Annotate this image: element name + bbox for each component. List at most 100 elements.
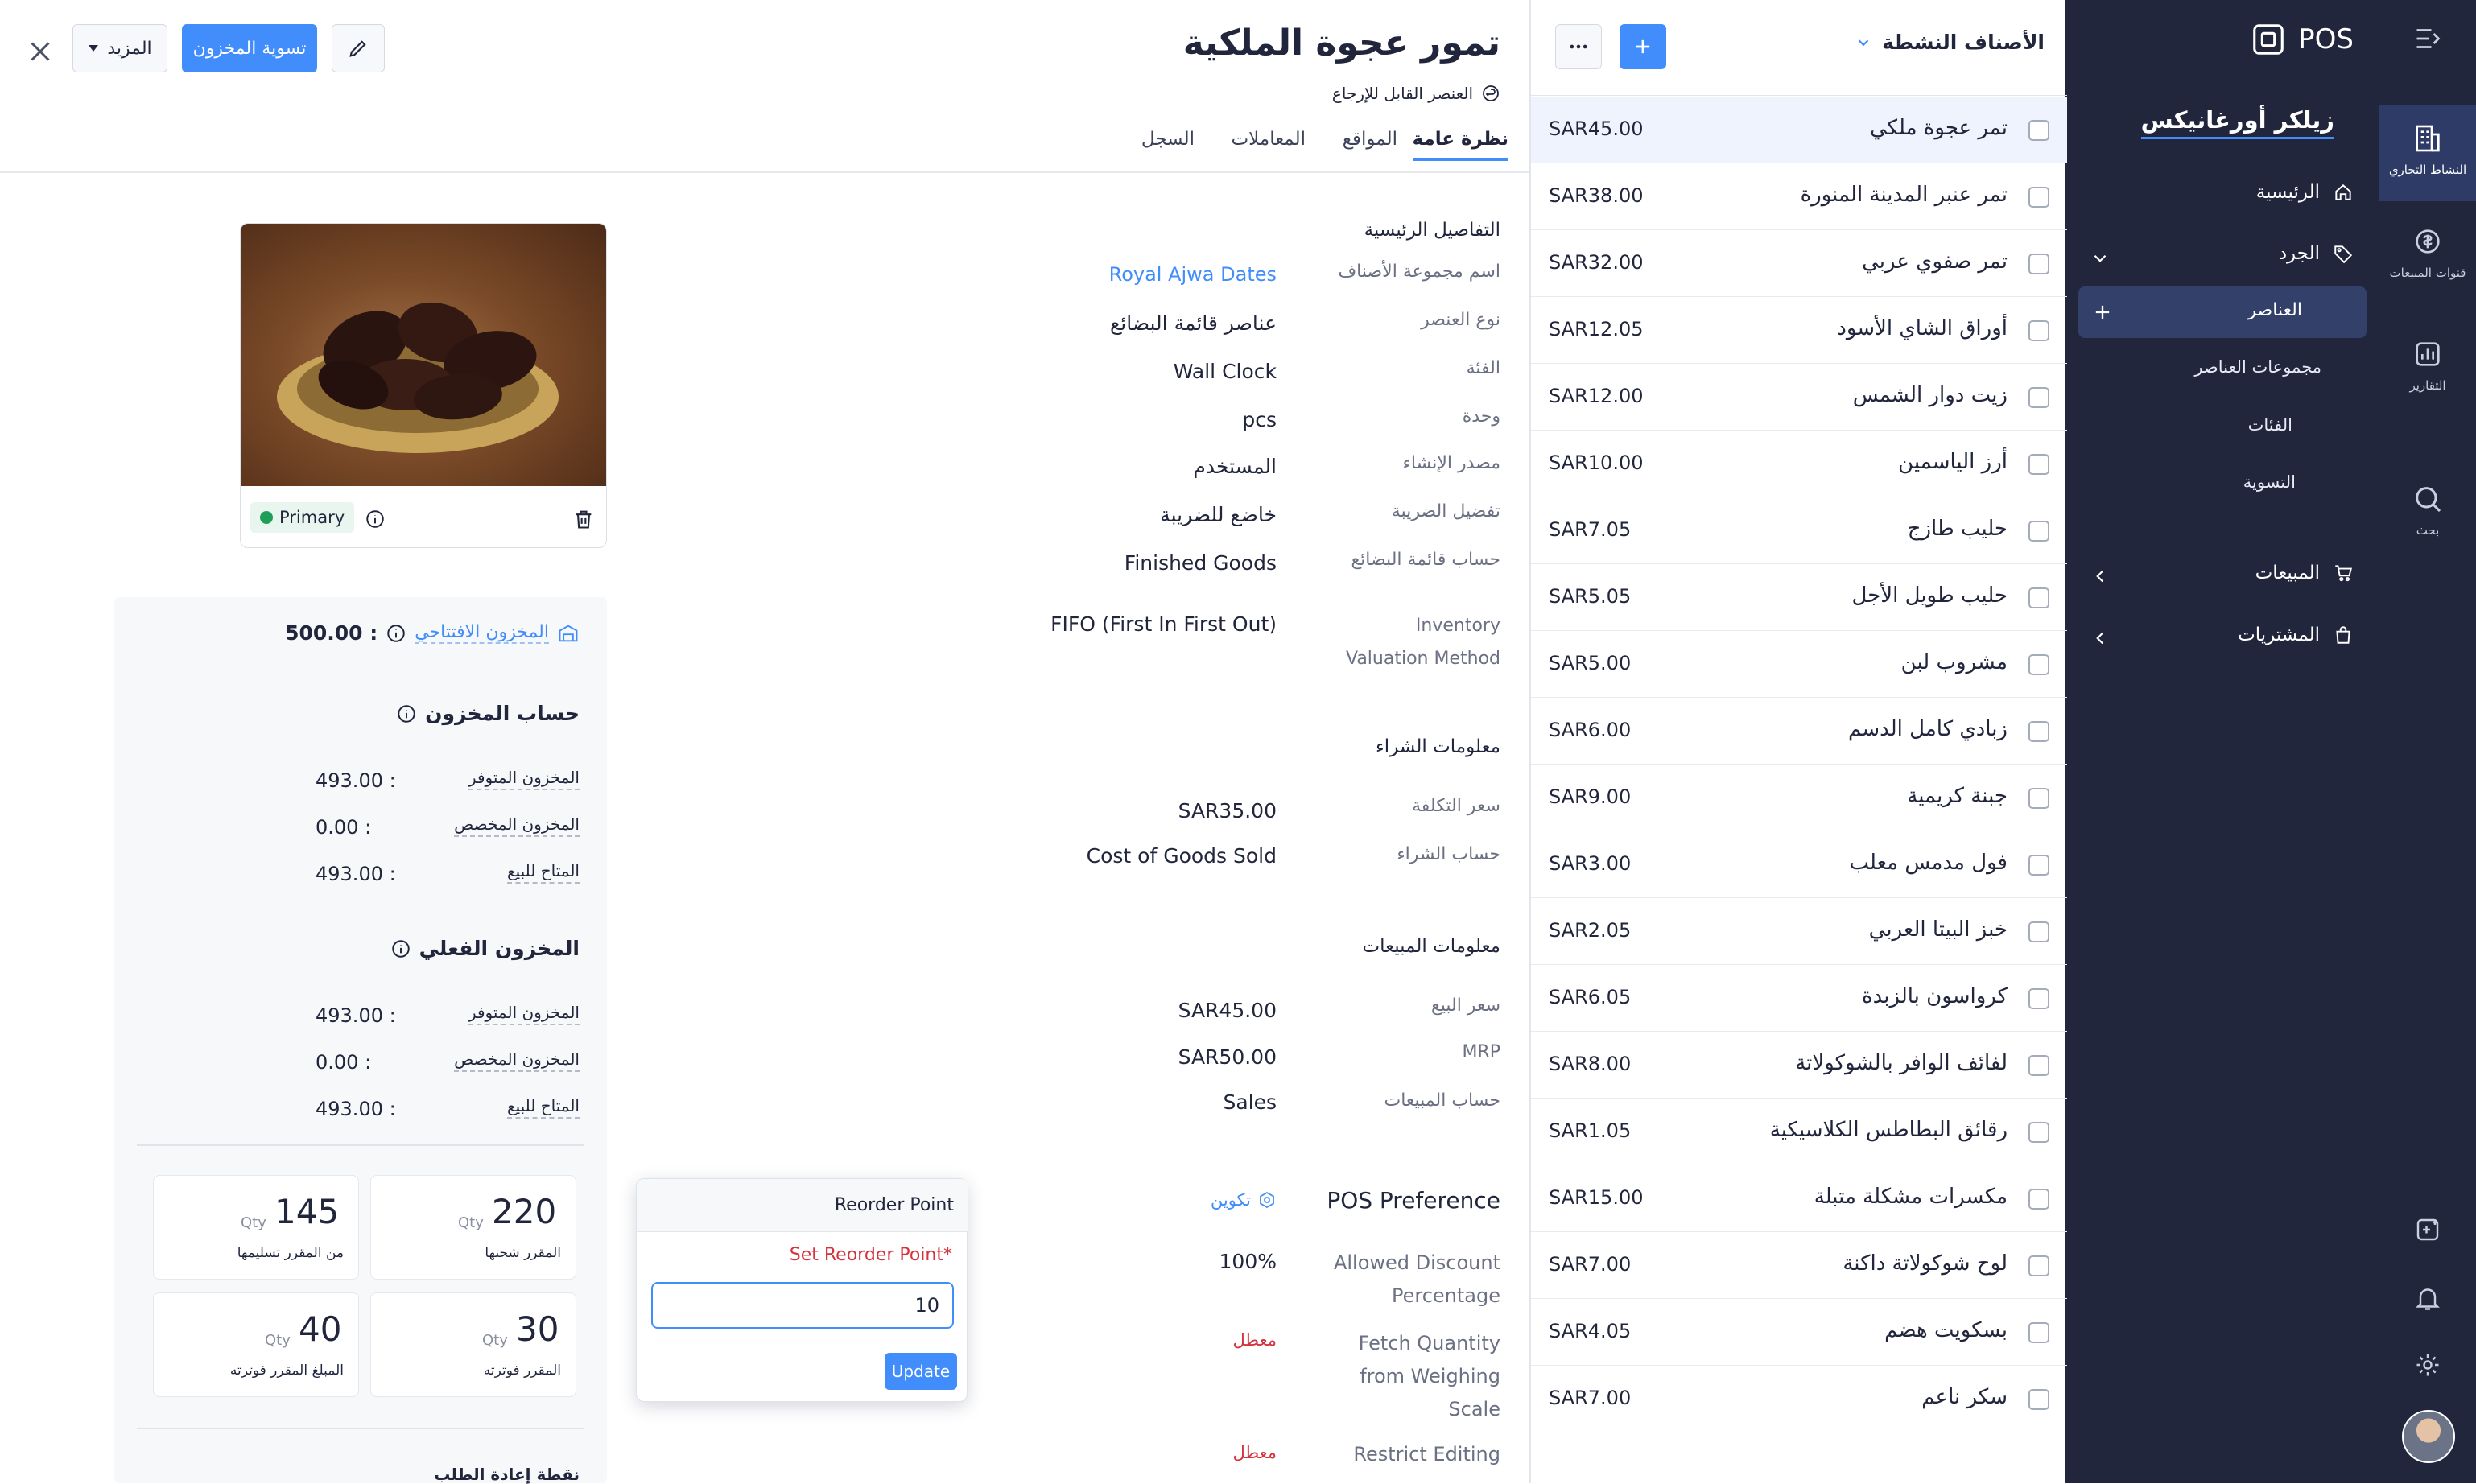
list-item[interactable]: مشروب لبن SAR5.00 xyxy=(1531,631,2067,698)
nav-categories[interactable]: الفئات xyxy=(2248,415,2292,435)
opening-stock-label[interactable]: المخزون الافتتاحي xyxy=(415,622,549,644)
card-qty-unit: Qty xyxy=(241,1214,266,1231)
row-checkbox[interactable] xyxy=(2028,1255,2049,1276)
list-item[interactable]: لوح شوكولاتة داكنة SAR7.00 xyxy=(1531,1232,2067,1299)
list-item[interactable]: زبادي كامل الدسم SAR6.00 xyxy=(1531,698,2067,765)
stock-label[interactable]: المخزون المتوفر xyxy=(468,1003,580,1025)
list-item[interactable]: كرواسون بالزبدة SAR6.05 xyxy=(1531,965,2067,1032)
list-item[interactable]: أوراق الشاي الأسود SAR12.05 xyxy=(1531,297,2067,364)
info-icon[interactable] xyxy=(365,509,386,530)
row-checkbox[interactable] xyxy=(2028,788,2049,809)
add-item-button[interactable] xyxy=(1620,24,1666,69)
row-checkbox[interactable] xyxy=(2028,120,2049,141)
restrict-editing-label: Restrict Editing xyxy=(1353,1443,1500,1465)
list-item[interactable]: مكسرات مشكلة متبلة SAR15.00 xyxy=(1531,1165,2067,1232)
stock-label[interactable]: المتاح للبيع xyxy=(506,1096,580,1119)
nav-item-groups[interactable]: مجموعات العناصر xyxy=(2194,357,2321,377)
rail-item-business[interactable]: النشاط التجاري xyxy=(2379,105,2476,201)
fetch-label-line2: from Weighing xyxy=(1360,1365,1500,1387)
chevron-left-icon[interactable] xyxy=(2090,566,2111,587)
list-filter-dropdown[interactable]: الأصناف النشطة xyxy=(1855,31,2045,54)
list-item[interactable]: حليب طازج SAR7.05 xyxy=(1531,497,2067,564)
rail-item-reports[interactable]: التقارير xyxy=(2379,338,2476,427)
chevron-left-icon[interactable] xyxy=(2090,628,2111,649)
adjust-stock-button[interactable]: تسوية المخزون xyxy=(182,24,317,72)
nav-home[interactable]: الرئيسية xyxy=(2256,182,2354,203)
notification-bell-icon[interactable] xyxy=(2379,1284,2476,1324)
list-item[interactable]: زيت دوار الشمس SAR12.00 xyxy=(1531,364,2067,431)
org-name[interactable]: زيلكر أورغانيكس xyxy=(2140,106,2334,139)
rail-item-search[interactable]: بحث xyxy=(2379,483,2476,571)
row-checkbox[interactable] xyxy=(2028,587,2049,608)
stock-label[interactable]: المخزون المخصص xyxy=(454,1049,580,1072)
list-item[interactable]: أرز الياسمين SAR10.00 xyxy=(1531,431,2067,497)
reorder-point-input[interactable] xyxy=(651,1282,954,1329)
valuation-value: FIFO (First In First Out) xyxy=(1050,612,1277,636)
edit-button[interactable] xyxy=(332,24,385,72)
rail-item-sales-channels[interactable]: قنوات المبيعات xyxy=(2379,225,2476,314)
info-icon[interactable] xyxy=(396,703,417,724)
info-icon[interactable] xyxy=(386,623,406,644)
pencil-icon xyxy=(349,40,366,57)
row-checkbox[interactable] xyxy=(2028,855,2049,876)
list-item[interactable]: رقائق البطاطس الكلاسيكية SAR1.05 xyxy=(1531,1099,2067,1165)
update-button[interactable]: Update xyxy=(885,1353,957,1390)
card-caption: المقرر فوترته xyxy=(483,1362,561,1379)
row-checkbox[interactable] xyxy=(2028,320,2049,341)
nav-items-active[interactable]: العناصر xyxy=(2078,286,2367,338)
nav-sales[interactable]: المبيعات xyxy=(2255,563,2354,583)
row-checkbox[interactable] xyxy=(2028,721,2049,742)
list-item[interactable]: حليب طويل الأجل SAR5.05 xyxy=(1531,564,2067,631)
row-checkbox[interactable] xyxy=(2028,521,2049,542)
list-item[interactable]: تمر عجوة ملكي SAR45.00 xyxy=(1531,97,2067,163)
row-checkbox[interactable] xyxy=(2028,988,2049,1009)
configure-link[interactable]: تكوين xyxy=(1211,1190,1277,1210)
info-icon[interactable] xyxy=(390,938,411,959)
list-item[interactable]: لفائف الوافر بالشوكولاتة SAR8.00 xyxy=(1531,1032,2067,1099)
plus-icon[interactable] xyxy=(2091,301,2114,324)
row-checkbox[interactable] xyxy=(2028,187,2049,208)
add-note-icon[interactable] xyxy=(2379,1215,2476,1255)
row-checkbox[interactable] xyxy=(2028,654,2049,675)
list-item[interactable]: تمر عنبر المدينة المنورة SAR38.00 xyxy=(1531,163,2067,230)
field-value[interactable]: Royal Ajwa Dates xyxy=(1109,263,1277,286)
list-item[interactable]: سكر ناعم SAR7.00 xyxy=(1531,1366,2067,1432)
row-checkbox[interactable] xyxy=(2028,1389,2049,1410)
row-checkbox[interactable] xyxy=(2028,1322,2049,1343)
list-item[interactable]: فول مدمس معلب SAR3.00 xyxy=(1531,831,2067,898)
row-checkbox[interactable] xyxy=(2028,1055,2049,1076)
returnable-indicator: العنصر القابل للإرجاع xyxy=(1332,84,1500,103)
nav-purchases[interactable]: المشتريات xyxy=(2238,625,2354,645)
list-item[interactable]: تمر صفوي عربي SAR32.00 xyxy=(1531,230,2067,297)
row-checkbox[interactable] xyxy=(2028,1189,2049,1210)
stock-label[interactable]: المخزون المخصص xyxy=(454,814,580,837)
row-checkbox[interactable] xyxy=(2028,387,2049,408)
stock-label[interactable]: المتاح للبيع xyxy=(506,861,580,884)
list-item[interactable]: جبنة كريمية SAR9.00 xyxy=(1531,765,2067,831)
card-to-be-received: 145 Qty من المقرر تسليمها xyxy=(153,1175,359,1280)
more-dropdown-button[interactable]: المزيد xyxy=(72,24,167,72)
list-item[interactable]: بسكويت هضم SAR4.05 xyxy=(1531,1299,2067,1366)
nav-inventory[interactable]: الجرد xyxy=(2279,243,2354,264)
trash-icon[interactable] xyxy=(572,507,595,531)
tab-transactions[interactable]: المعاملات xyxy=(1232,129,1306,150)
card-amount-to-be-invoiced: 40 Qty المبلغ المقرر فوترته xyxy=(153,1292,359,1397)
reorder-point-label[interactable]: نقطة إعادة الطلب xyxy=(434,1465,580,1484)
row-checkbox[interactable] xyxy=(2028,454,2049,475)
row-checkbox[interactable] xyxy=(2028,921,2049,942)
tab-history[interactable]: السجل xyxy=(1141,129,1195,150)
user-avatar[interactable] xyxy=(2402,1410,2455,1463)
returnable-label: العنصر القابل للإرجاع xyxy=(1331,84,1473,103)
more-options-button[interactable] xyxy=(1555,24,1602,69)
close-icon[interactable] xyxy=(26,37,55,66)
tab-locations[interactable]: المواقع xyxy=(1343,129,1397,150)
collapse-icon[interactable] xyxy=(2379,0,2476,80)
list-item[interactable]: خبز البيتا العربي SAR2.05 xyxy=(1531,898,2067,965)
settings-gear-icon[interactable] xyxy=(2379,1350,2476,1391)
tab-overview[interactable]: نظرة عامة xyxy=(1412,129,1508,161)
nav-adjustments[interactable]: التسوية xyxy=(2243,472,2296,492)
chevron-down-icon[interactable] xyxy=(2090,248,2111,269)
row-checkbox[interactable] xyxy=(2028,1122,2049,1143)
row-checkbox[interactable] xyxy=(2028,254,2049,274)
stock-label[interactable]: المخزون المتوفر xyxy=(468,768,580,790)
